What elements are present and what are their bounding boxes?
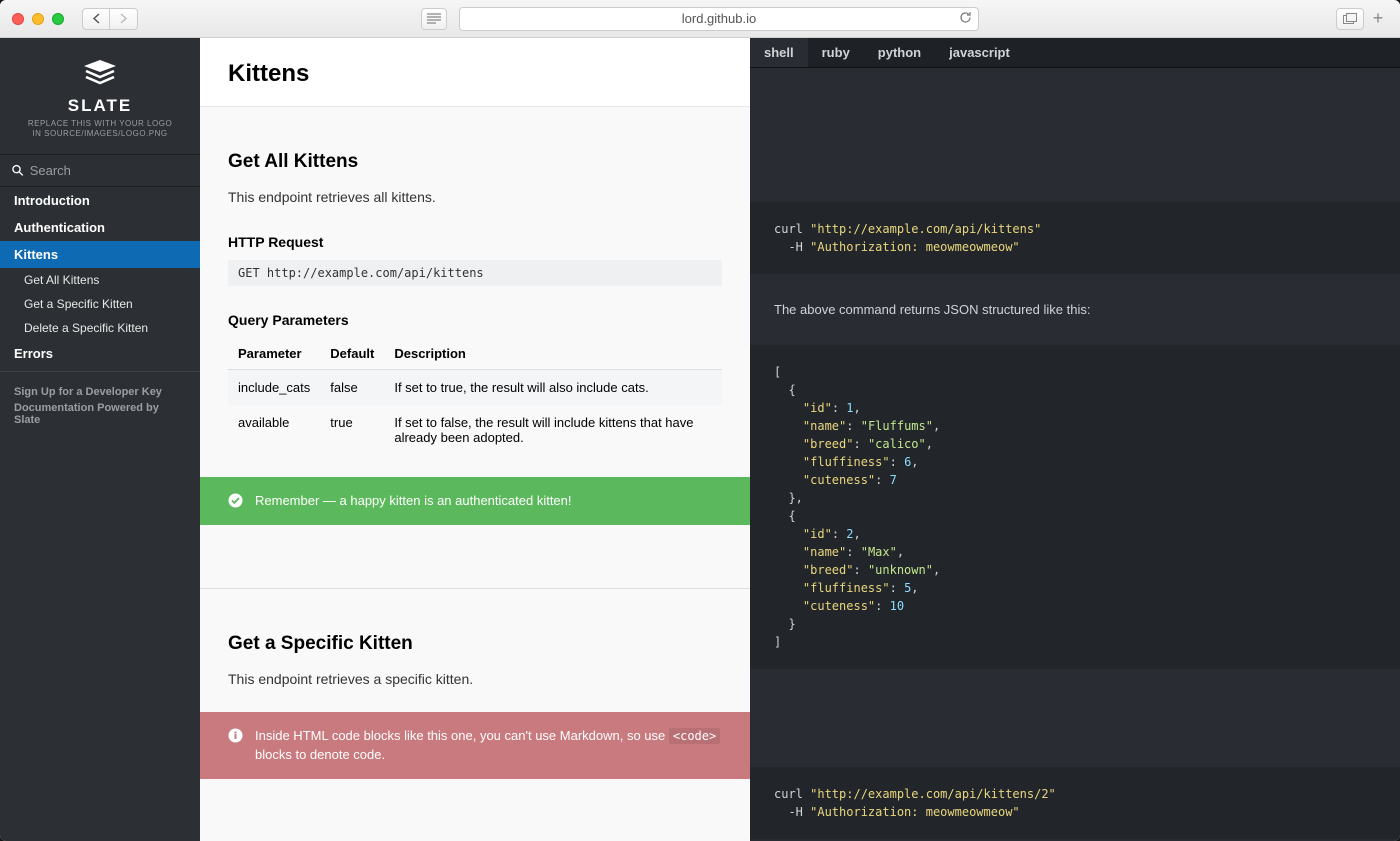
logo-area: SLATE REPLACE THIS WITH YOUR LOGO IN SOU… (0, 38, 200, 154)
new-tab-button[interactable]: + (1368, 5, 1388, 33)
sidebar: SLATE REPLACE THIS WITH YOUR LOGO IN SOU… (0, 38, 200, 841)
nav-errors[interactable]: Errors (0, 340, 200, 367)
nav-get-all-kittens[interactable]: Get All Kittens (0, 268, 200, 292)
reload-icon[interactable] (959, 11, 972, 27)
table-row: include_cats false If set to true, the r… (228, 370, 722, 406)
nav-list: Introduction Authentication Kittens Get … (0, 187, 200, 367)
info-circle-icon (228, 728, 243, 743)
nav-delete-specific-kitten[interactable]: Delete a Specific Kitten (0, 316, 200, 340)
search-icon (12, 164, 24, 177)
th-default: Default (320, 338, 384, 370)
nav-kittens[interactable]: Kittens (0, 241, 200, 268)
nav-introduction[interactable]: Introduction (0, 187, 200, 214)
success-notice: Remember — a happy kitten is an authenti… (200, 477, 750, 525)
address-bar[interactable]: lord.github.io (459, 7, 979, 31)
section-desc: This endpoint retrieves all kittens. (228, 187, 722, 208)
window-close-button[interactable] (12, 13, 24, 25)
th-description: Description (384, 338, 722, 370)
check-circle-icon (228, 493, 243, 508)
section-heading-get-all: Get All Kittens (228, 151, 722, 173)
section-divider (200, 525, 750, 589)
code-note-1: The above command returns JSON structure… (750, 288, 1400, 331)
success-notice-text: Remember — a happy kitten is an authenti… (255, 491, 572, 511)
browser-titlebar: lord.github.io + (0, 0, 1400, 38)
section-desc-2: This endpoint retrieves a specific kitte… (228, 669, 722, 690)
nav-separator (0, 371, 200, 372)
logo-subtitle: REPLACE THIS WITH YOUR LOGO IN SOURCE/IM… (10, 119, 190, 140)
code-block-curl-2: curl "http://example.com/api/kittens/2" … (750, 767, 1400, 839)
forward-button[interactable] (110, 8, 138, 30)
code-block-json-1: [ { "id": 1, "name": "Fluffums", "breed"… (750, 345, 1400, 669)
main-content: Kittens Get All Kittens This endpoint re… (200, 38, 750, 841)
th-parameter: Parameter (228, 338, 320, 370)
show-tabs-button[interactable] (1336, 8, 1364, 30)
logo-title: SLATE (10, 96, 190, 116)
lang-tab-ruby[interactable]: ruby (808, 38, 864, 67)
warning-notice-text: Inside HTML code blocks like this one, y… (255, 726, 722, 765)
sidebar-search[interactable] (0, 154, 200, 187)
lang-tab-python[interactable]: python (864, 38, 935, 67)
table-row: available true If set to false, the resu… (228, 405, 722, 455)
code-panel: shell ruby python javascript curl "http:… (750, 38, 1400, 841)
lang-tab-javascript[interactable]: javascript (935, 38, 1024, 67)
footer-signup-link[interactable]: Sign Up for a Developer Key (14, 384, 186, 400)
logo-icon (10, 58, 190, 88)
back-button[interactable] (82, 8, 110, 30)
search-input[interactable] (30, 163, 188, 178)
url-text: lord.github.io (682, 11, 756, 26)
http-request-code: GET http://example.com/api/kittens (228, 260, 722, 286)
query-params-table: Parameter Default Description include_ca… (228, 338, 722, 455)
nav-get-specific-kitten[interactable]: Get a Specific Kitten (0, 292, 200, 316)
http-request-heading: HTTP Request (228, 234, 722, 250)
code-block-curl-1: curl "http://example.com/api/kittens" -H… (750, 202, 1400, 274)
query-params-heading: Query Parameters (228, 312, 722, 328)
lang-tab-shell[interactable]: shell (750, 38, 808, 67)
section-heading-get-specific: Get a Specific Kitten (228, 633, 722, 655)
reader-mode-button[interactable] (421, 8, 447, 30)
window-zoom-button[interactable] (52, 13, 64, 25)
window-minimize-button[interactable] (32, 13, 44, 25)
warning-notice: Inside HTML code blocks like this one, y… (200, 712, 750, 779)
page-title: Kittens (228, 60, 722, 88)
language-tabs: shell ruby python javascript (750, 38, 1400, 68)
footer-powered-link[interactable]: Documentation Powered by Slate (14, 400, 186, 428)
nav-authentication[interactable]: Authentication (0, 214, 200, 241)
